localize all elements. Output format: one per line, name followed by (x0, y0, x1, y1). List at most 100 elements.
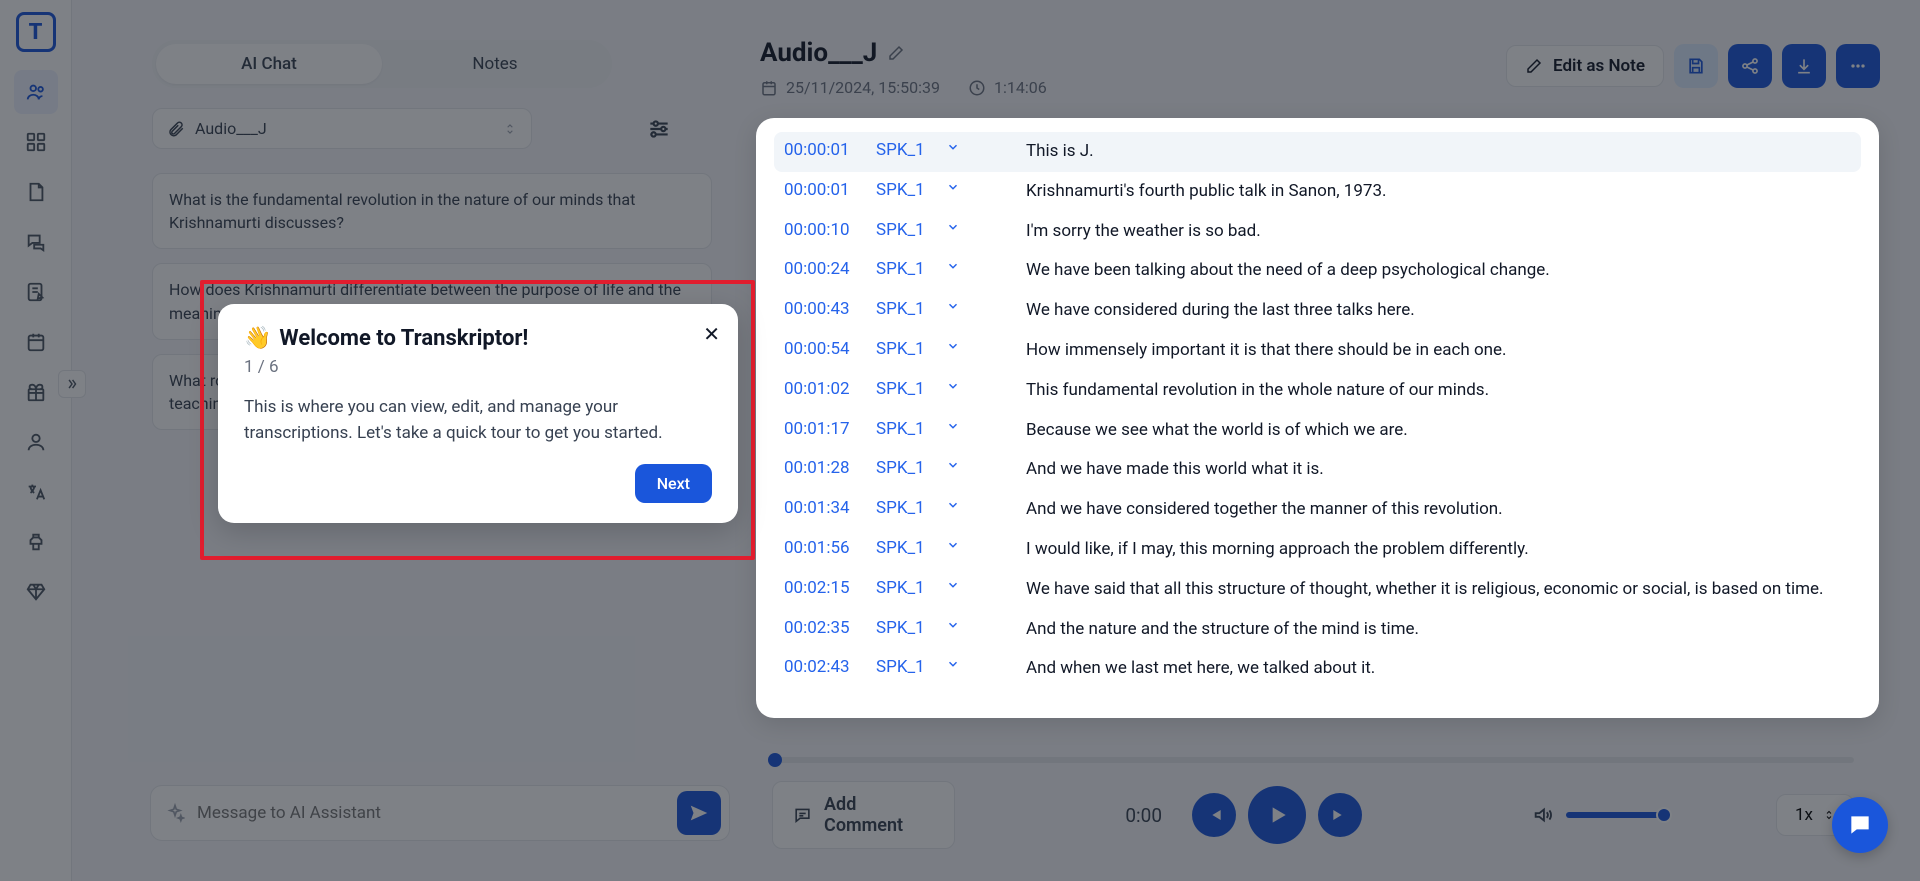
transcript-row[interactable]: 00:00:54SPK_1How immensely important it … (774, 331, 1861, 371)
timestamp[interactable]: 00:02:43 (784, 657, 870, 677)
send-button[interactable] (677, 791, 721, 835)
audio-progress-knob[interactable] (768, 753, 782, 767)
volume-icon[interactable] (1532, 804, 1554, 826)
chevron-down-icon[interactable] (946, 140, 986, 154)
timestamp[interactable]: 00:01:28 (784, 458, 870, 478)
transcript-row[interactable]: 00:01:34 SPK_1 And we have considered toge… (774, 490, 1861, 530)
sidebar-gift-icon[interactable] (14, 370, 58, 414)
chat-input[interactable] (197, 803, 677, 823)
timestamp[interactable]: 00:00:24 (784, 259, 870, 279)
speaker-label[interactable]: SPK_1 (876, 657, 946, 677)
more-button[interactable] (1836, 44, 1880, 88)
transcript-text: And we have considered together the mann… (1026, 498, 1851, 522)
sidebar-document-icon[interactable] (14, 170, 58, 214)
skip-forward-button[interactable] (1318, 793, 1362, 837)
timestamp[interactable]: 00:00:43 (784, 299, 870, 319)
add-comment-button[interactable]: Add Comment (772, 781, 955, 849)
speaker-label[interactable]: SPK_1 (876, 419, 946, 439)
app-logo[interactable]: T (16, 12, 56, 52)
speaker-label[interactable]: SPK_1 (876, 299, 946, 319)
transcript-row[interactable]: 00:02:35 SPK_1 And the nature and the stru… (774, 610, 1861, 650)
speaker-label[interactable]: SPK_1 (876, 339, 946, 359)
tab-notes[interactable]: Notes (382, 44, 608, 84)
sidebar-translate-icon[interactable] (14, 470, 58, 514)
transcript-row[interactable]: 00:00:01SPK_1Krishnamurti's fourth publi… (774, 172, 1861, 212)
speaker-label[interactable]: SPK_1 (876, 140, 946, 160)
speaker-label[interactable]: SPK_1 (876, 578, 946, 598)
chevron-down-icon[interactable] (946, 538, 986, 552)
timestamp[interactable]: 00:02:35 (784, 618, 870, 638)
sidebar-user-icon[interactable] (14, 420, 58, 464)
chevron-down-icon[interactable] (946, 618, 986, 632)
timestamp[interactable]: 00:02:15 (784, 578, 870, 598)
speaker-label[interactable]: SPK_1 (876, 259, 946, 279)
audio-progress-track[interactable] (772, 757, 1854, 763)
chevron-down-icon[interactable] (946, 578, 986, 592)
sidebar-integrations-icon[interactable] (14, 520, 58, 564)
sidebar-diamond-icon[interactable] (14, 570, 58, 614)
volume-slider[interactable] (1566, 812, 1666, 818)
speaker-label[interactable]: SPK_1 (876, 538, 946, 558)
transcript-row[interactable]: 00:00:24SPK_1We have been talking about … (774, 251, 1861, 291)
chevron-down-icon[interactable] (946, 419, 986, 433)
timestamp[interactable]: 00:00:54 (784, 339, 870, 359)
tour-close-button[interactable]: ✕ (703, 322, 720, 346)
sidebar-dashboard-icon[interactable] (14, 120, 58, 164)
speaker-label[interactable]: SPK_1 (876, 180, 946, 200)
timestamp[interactable]: 00:01:17 (784, 419, 870, 439)
play-button[interactable] (1248, 786, 1306, 844)
speaker-label[interactable]: SPK_1 (876, 498, 946, 518)
volume-knob[interactable] (1656, 807, 1672, 823)
transcript-row[interactable]: 00:01:28SPK_1And we have made this world… (774, 450, 1861, 490)
transcript-row[interactable]: 00:00:01SPK_1This is J. (774, 132, 1861, 172)
transcript-row[interactable]: 00:02:43 SPK_1 And when we last met here, … (774, 649, 1861, 689)
add-comment-label: Add Comment (824, 794, 934, 836)
share-button[interactable] (1728, 44, 1772, 88)
chevron-down-icon[interactable] (946, 180, 986, 194)
sidebar-people-icon[interactable] (14, 70, 58, 114)
chevron-down-icon[interactable] (946, 657, 986, 671)
audio-player: Add Comment 0:00 1x (772, 783, 1854, 847)
chevron-down-icon[interactable] (946, 379, 986, 393)
sidebar-calendar-icon[interactable] (14, 320, 58, 364)
speaker-label[interactable]: SPK_1 (876, 618, 946, 638)
speaker-label[interactable]: SPK_1 (876, 379, 946, 399)
transcript-row[interactable]: 00:02:15SPK_1We have said that all this … (774, 570, 1861, 610)
edit-title-icon[interactable] (887, 44, 905, 62)
filter-settings-button[interactable] (646, 116, 672, 142)
chevron-down-icon[interactable] (946, 458, 986, 472)
save-button[interactable] (1674, 44, 1718, 88)
transcript-row[interactable]: 00:01:17SPK_1Because we see what the wor… (774, 411, 1861, 451)
transcript-text: And when we last met here, we talked abo… (1026, 657, 1851, 681)
help-chat-fab[interactable] (1832, 797, 1888, 853)
transcript-text: And the nature and the structure of the … (1026, 618, 1851, 642)
timestamp[interactable]: 00:01:34 (784, 498, 870, 518)
transcript-row[interactable]: 00:01:02SPK_1This fundamental revolution… (774, 371, 1861, 411)
chevron-down-icon[interactable] (946, 299, 986, 313)
skip-back-button[interactable] (1192, 793, 1236, 837)
tab-ai-chat[interactable]: AI Chat (156, 44, 382, 84)
suggestion-card[interactable]: What is the fundamental revolution in th… (152, 173, 712, 249)
transcript-row[interactable]: 00:01:56SPK_1I would like, if I may, thi… (774, 530, 1861, 570)
sidebar-edit-note-icon[interactable] (14, 270, 58, 314)
edit-as-note-button[interactable]: Edit as Note (1506, 45, 1664, 87)
timestamp[interactable]: 00:01:02 (784, 379, 870, 399)
transcript-row[interactable]: 00:00:43SPK_1We have considered during t… (774, 291, 1861, 331)
timestamp[interactable]: 00:00:10 (784, 220, 870, 240)
chevron-down-icon[interactable] (946, 339, 986, 353)
timestamp[interactable]: 00:00:01 (784, 180, 870, 200)
timestamp[interactable]: 00:01:56 (784, 538, 870, 558)
sidebar-chat-icon[interactable] (14, 220, 58, 264)
tour-next-button[interactable]: Next (635, 464, 712, 503)
transcript-row[interactable]: 00:00:10SPK_1I'm sorry the weather is so… (774, 212, 1861, 252)
timestamp[interactable]: 00:00:01 (784, 140, 870, 160)
chevron-down-icon[interactable] (946, 498, 986, 512)
sidebar-expand-button[interactable] (58, 370, 86, 398)
chevron-down-icon[interactable] (946, 220, 986, 234)
download-button[interactable] (1782, 44, 1826, 88)
file-selector[interactable]: Audio___J (152, 108, 532, 149)
speaker-label[interactable]: SPK_1 (876, 220, 946, 240)
speaker-label[interactable]: SPK_1 (876, 458, 946, 478)
current-time: 0:00 (1125, 804, 1162, 827)
chevron-down-icon[interactable] (946, 259, 986, 273)
